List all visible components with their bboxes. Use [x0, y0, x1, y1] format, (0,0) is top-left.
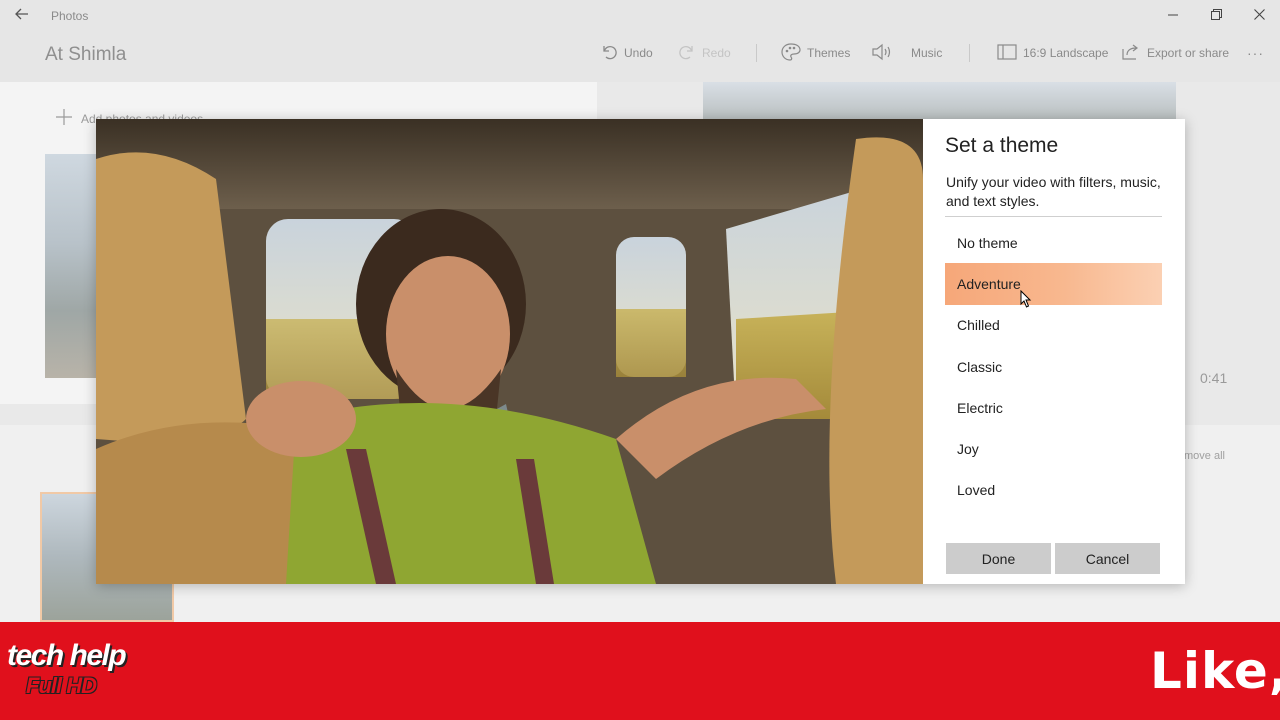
mouse-cursor-icon — [1020, 289, 1032, 313]
theme-panel: Set a theme Unify your video with filter… — [923, 119, 1185, 584]
aspect-ratio-label: 16:9 Landscape — [1023, 46, 1109, 60]
speaker-icon — [871, 43, 893, 64]
brand-logo: tech help — [7, 639, 127, 672]
dialog-description: Unify your video with filters, music, an… — [946, 174, 1161, 209]
themes-button[interactable]: Themes — [781, 42, 850, 64]
undo-button[interactable]: Undo — [600, 42, 653, 64]
theme-option[interactable]: Loved — [945, 470, 1162, 511]
theme-option[interactable]: Joy — [945, 428, 1162, 469]
theme-dialog: Set a theme Unify your video with filter… — [96, 119, 1185, 584]
aspect-ratio-icon — [997, 43, 1017, 63]
remove-all-button[interactable]: move all — [1184, 450, 1225, 462]
cancel-button[interactable]: Cancel — [1055, 543, 1160, 574]
undo-icon — [600, 43, 618, 64]
minimize-icon — [1168, 7, 1178, 25]
palette-icon — [781, 42, 801, 64]
theme-preview-photo — [96, 119, 923, 584]
music-button[interactable]: Music — [871, 42, 942, 64]
toolbar-divider — [756, 44, 757, 62]
theme-option-selected[interactable]: Adventure — [945, 263, 1162, 305]
share-icon — [1121, 43, 1141, 64]
toolbar-divider — [969, 44, 970, 62]
back-arrow-icon — [15, 7, 29, 25]
divider — [945, 216, 1162, 217]
title-bar: Photos — [0, 0, 1280, 32]
back-button[interactable] — [8, 4, 36, 28]
dialog-title: Set a theme — [945, 134, 1059, 157]
export-label: Export or share — [1147, 46, 1230, 60]
preview-image — [703, 82, 1176, 120]
theme-option[interactable]: Chilled — [945, 305, 1162, 346]
brand-subtitle: Full HD — [26, 673, 97, 698]
redo-label: Redo — [702, 46, 731, 60]
channel-banner: tech help Full HD Like, — [0, 622, 1280, 720]
library-thumbnail[interactable] — [45, 154, 97, 378]
video-duration: 0:41 — [1200, 370, 1228, 386]
app-title: Photos — [51, 9, 89, 23]
redo-button[interactable]: Redo — [678, 42, 731, 64]
undo-label: Undo — [624, 46, 653, 60]
theme-option[interactable]: Classic — [945, 346, 1162, 387]
like-text: Like, — [1150, 642, 1280, 700]
more-options-button[interactable]: ··· — [1247, 42, 1264, 64]
done-button[interactable]: Done — [946, 543, 1051, 574]
theme-option[interactable]: Electric — [945, 387, 1162, 428]
theme-list: No theme Adventure Chilled Classic Elect… — [945, 222, 1162, 511]
aspect-ratio-button[interactable]: 16:9 Landscape — [997, 42, 1108, 64]
command-bar: At Shimla Undo Redo Themes Music 16:9 La… — [0, 32, 1280, 82]
restore-button[interactable] — [1196, 4, 1236, 28]
music-label: Music — [911, 46, 943, 60]
redo-icon — [678, 43, 696, 64]
close-button[interactable] — [1239, 4, 1279, 28]
theme-option[interactable]: No theme — [945, 222, 1162, 263]
minimize-button[interactable] — [1153, 4, 1193, 28]
plus-icon — [55, 108, 73, 129]
close-icon — [1253, 7, 1265, 25]
project-title: At Shimla — [45, 44, 127, 65]
export-button[interactable]: Export or share — [1121, 42, 1229, 64]
restore-icon — [1210, 7, 1222, 25]
themes-label: Themes — [807, 46, 851, 60]
